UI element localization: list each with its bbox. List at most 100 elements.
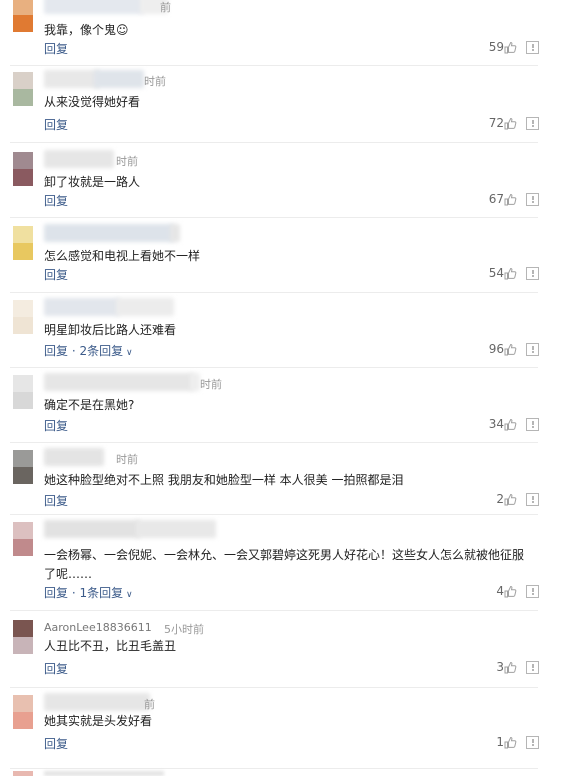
like-count: 54	[488, 266, 504, 280]
report-icon[interactable]	[526, 661, 539, 674]
like-count: 72	[488, 116, 504, 130]
avatar[interactable]	[13, 620, 33, 654]
comment-item: 怎么感觉和电视上看她不一样 回复 54	[0, 224, 540, 306]
comment-text: 从来没觉得她好看	[44, 95, 141, 109]
comment-text: 她这种脸型绝对不上照 我朋友和她脸型一样 本人很美 一拍照都是泪	[44, 473, 404, 487]
thumbs-up-icon[interactable]	[504, 267, 517, 280]
report-icon[interactable]	[526, 343, 539, 356]
comment-meta	[44, 298, 364, 318]
username-blur	[44, 520, 140, 538]
report-icon[interactable]	[526, 736, 539, 749]
comment-controls: 59	[440, 40, 539, 56]
username-blur	[44, 771, 164, 776]
thumbs-up-icon[interactable]	[504, 117, 517, 130]
avatar[interactable]	[13, 375, 33, 409]
reply-button[interactable]: 回复	[44, 662, 68, 676]
comment-item: 时前 她这种脸型绝对不上照 我朋友和她脸型一样 本人很美 一拍照都是泪 回复 2	[0, 448, 540, 530]
username-blur	[44, 693, 150, 711]
username-blur	[116, 298, 174, 316]
avatar[interactable]	[13, 450, 33, 484]
thumbs-up-icon[interactable]	[504, 493, 517, 506]
report-icon[interactable]	[526, 267, 539, 280]
comment-controls: 3	[440, 660, 539, 676]
comment-item: 时前从来没觉得她好看 回复 72	[0, 70, 540, 152]
comment-item: AaronLee18836611 5小时前人丑比不丑，比丑毛盖丑 回复 3	[0, 620, 540, 700]
comment-controls: 96	[440, 342, 539, 358]
username-blur	[44, 0, 144, 14]
report-icon[interactable]	[526, 41, 539, 54]
comment-text: 人丑比不丑，比丑毛盖丑	[44, 639, 177, 653]
like-count: 67	[488, 192, 504, 206]
reply-count: 1条回复	[79, 586, 124, 600]
divider	[10, 292, 538, 293]
divider	[10, 367, 538, 368]
comment-controls: 2	[440, 492, 539, 508]
chevron-down-icon: ∨	[123, 590, 133, 600]
report-icon[interactable]	[526, 493, 539, 506]
avatar[interactable]	[13, 695, 33, 729]
username-blur	[44, 298, 120, 316]
reply-button[interactable]: 回复	[44, 118, 68, 132]
comment-time: 时前	[200, 378, 222, 391]
reply-button[interactable]: 回复	[44, 194, 68, 208]
avatar[interactable]	[13, 72, 33, 106]
reply-button[interactable]: 回复	[44, 737, 68, 751]
comment-time: 5小时前	[164, 623, 204, 636]
comment-actions: 回复	[44, 40, 68, 57]
comment-controls: 54	[440, 266, 539, 282]
reply-button[interactable]: 回复	[44, 419, 68, 433]
view-replies-link[interactable]: 1条回复 ∨	[79, 586, 132, 600]
comment-controls: 1	[440, 735, 539, 751]
avatar[interactable]	[13, 152, 33, 186]
like-count: 59	[488, 40, 504, 54]
comment-meta: 时前	[44, 150, 364, 170]
thumbs-up-icon[interactable]	[504, 193, 517, 206]
divider	[10, 65, 538, 66]
report-icon[interactable]	[526, 117, 539, 130]
thumbs-up-icon[interactable]	[504, 343, 517, 356]
comment-actions: 回复 · 1条回复 ∨	[44, 584, 133, 601]
comment-text: 怎么感觉和电视上看她不一样	[44, 249, 201, 263]
reply-button[interactable]: 回复	[44, 586, 68, 600]
username-blur	[170, 224, 180, 242]
reply-button[interactable]: 回复	[44, 494, 68, 508]
comment-text: 确定不是在黑她?	[44, 398, 135, 412]
avatar[interactable]	[13, 522, 33, 556]
like-count: 3	[496, 660, 504, 674]
avatar[interactable]	[13, 0, 33, 32]
reply-count: 2条回复	[79, 344, 124, 358]
thumbs-up-icon[interactable]	[504, 736, 517, 749]
like-count: 1	[496, 735, 504, 749]
username-blur	[190, 373, 200, 391]
comment-meta: 时前	[44, 70, 364, 90]
username[interactable]: AaronLee18836611	[44, 621, 152, 634]
divider	[10, 514, 538, 515]
comment-meta: 前	[44, 693, 364, 713]
thumbs-up-icon[interactable]	[504, 41, 517, 54]
comment-item: 明星卸妆后比路人还难看 回复 · 2条回复 ∨ 96	[0, 298, 540, 380]
comment-text: 她其实就是头发好看	[44, 714, 153, 728]
comment-item: 时前 卸了妆就是一路人 回复 67	[0, 150, 540, 232]
reply-button[interactable]: 回复	[44, 42, 68, 56]
comment-actions: 回复	[44, 492, 68, 509]
like-count: 34	[488, 417, 504, 431]
username-blur	[44, 448, 104, 466]
username-blur	[44, 224, 174, 242]
report-icon[interactable]	[526, 585, 539, 598]
reply-button[interactable]: 回复	[44, 268, 68, 282]
thumbs-up-icon[interactable]	[504, 661, 517, 674]
reply-button[interactable]: 回复	[44, 344, 68, 358]
avatar[interactable]	[13, 300, 33, 334]
divider	[10, 442, 538, 443]
comment-actions: 回复	[44, 660, 68, 677]
divider	[10, 610, 538, 611]
thumbs-up-icon[interactable]	[504, 585, 517, 598]
divider	[10, 217, 538, 218]
username-blur	[136, 520, 216, 538]
avatar[interactable]	[13, 771, 33, 776]
avatar[interactable]	[13, 226, 33, 260]
thumbs-up-icon[interactable]	[504, 418, 517, 431]
report-icon[interactable]	[526, 193, 539, 206]
view-replies-link[interactable]: 2条回复 ∨	[79, 344, 132, 358]
report-icon[interactable]	[526, 418, 539, 431]
